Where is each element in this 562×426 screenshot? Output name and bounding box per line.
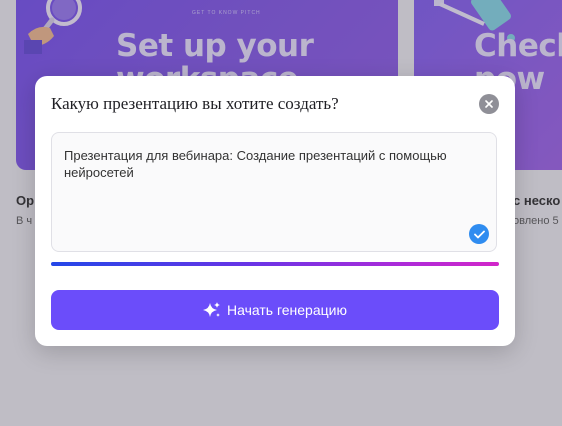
start-generation-label: Начать генерацию <box>227 302 347 318</box>
create-presentation-dialog: Какую презентацию вы хотите создать? Пре… <box>35 76 515 346</box>
prompt-valid-indicator <box>469 224 489 244</box>
close-icon <box>485 100 493 108</box>
start-generation-button[interactable]: Начать генерацию <box>51 290 499 330</box>
checkmark-icon <box>473 230 485 238</box>
dialog-title: Какую презентацию вы хотите создать? <box>51 94 339 113</box>
close-button[interactable] <box>479 94 499 114</box>
progress-bar <box>51 262 499 266</box>
prompt-textarea[interactable]: Презентация для вебинара: Создание презе… <box>51 132 497 252</box>
prompt-text[interactable]: Презентация для вебинара: Создание презе… <box>64 147 484 181</box>
sparkles-icon <box>203 302 220 317</box>
